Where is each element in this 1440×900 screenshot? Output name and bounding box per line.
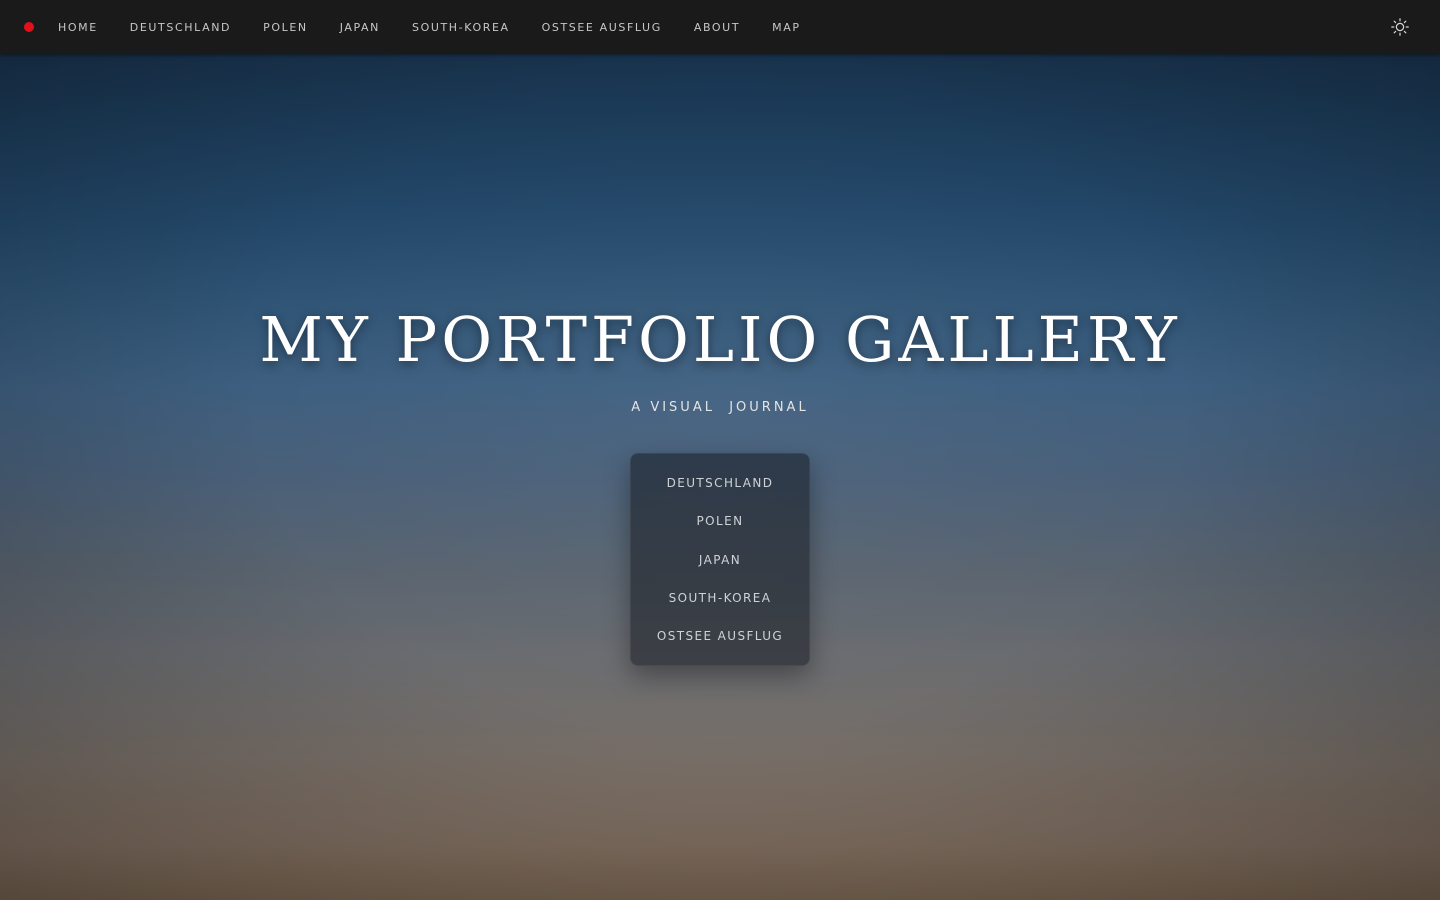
nav-south-korea-link[interactable]: SOUTH-KOREA bbox=[412, 21, 510, 34]
hero-title: MY PORTFOLIO GALLERY bbox=[259, 303, 1181, 376]
nav-deutschland-link[interactable]: DEUTSCHLAND bbox=[130, 21, 231, 34]
country-menu-card: DEUTSCHLAND POLEN JAPAN SOUTH-KOREA OSTS… bbox=[630, 453, 810, 666]
sun-icon bbox=[1391, 18, 1409, 36]
menu-item-japan[interactable]: JAPAN bbox=[631, 541, 809, 579]
hero-subtitle: A VISUAL JOURNAL bbox=[631, 400, 809, 415]
menu-item-deutschland[interactable]: DEUTSCHLAND bbox=[631, 464, 809, 502]
nav-ostsee-ausflug-link[interactable]: OSTSEE AUSFLUG bbox=[542, 21, 662, 34]
menu-item-ostsee-ausflug[interactable]: OSTSEE AUSFLUG bbox=[631, 617, 809, 655]
theme-toggle-button[interactable] bbox=[1390, 17, 1410, 37]
nav-about-link[interactable]: ABOUT bbox=[694, 21, 740, 34]
nav-map-link[interactable]: MAP bbox=[772, 21, 800, 34]
nav-japan-link[interactable]: JAPAN bbox=[340, 21, 380, 34]
main-nav: HOME DEUTSCHLAND POLEN JAPAN SOUTH-KOREA… bbox=[58, 0, 833, 54]
menu-item-polen[interactable]: POLEN bbox=[631, 502, 809, 540]
background-gradient bbox=[0, 0, 1440, 900]
menu-item-south-korea[interactable]: SOUTH-KOREA bbox=[631, 579, 809, 617]
nav-home-link[interactable]: HOME bbox=[58, 21, 98, 34]
top-navbar: HOME DEUTSCHLAND POLEN JAPAN SOUTH-KOREA… bbox=[0, 0, 1440, 54]
brand-dot-icon[interactable] bbox=[24, 22, 34, 32]
hero-section: MY PORTFOLIO GALLERY A VISUAL JOURNAL bbox=[0, 300, 1440, 415]
nav-polen-link[interactable]: POLEN bbox=[263, 21, 308, 34]
